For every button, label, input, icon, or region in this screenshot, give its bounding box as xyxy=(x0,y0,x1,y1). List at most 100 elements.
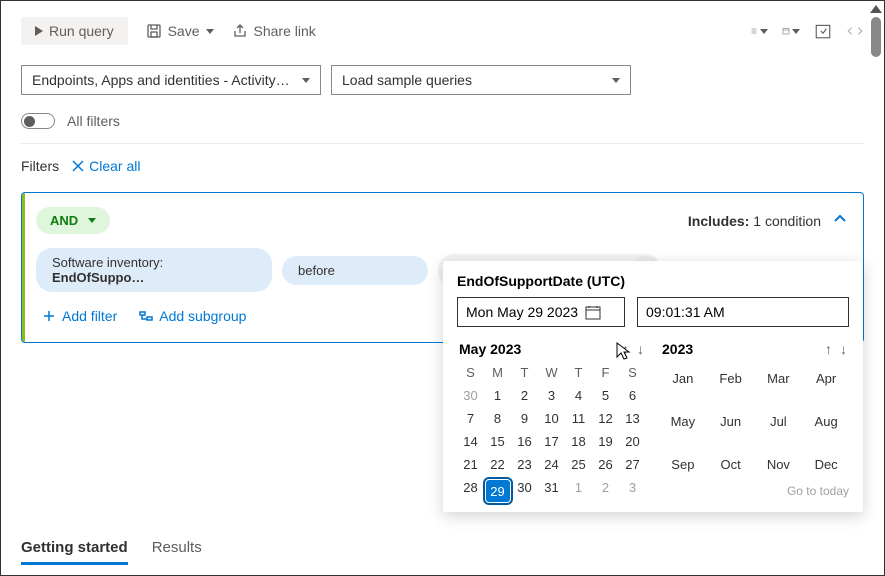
calendar-day[interactable]: 11 xyxy=(565,411,592,426)
calendar-day[interactable]: 17 xyxy=(538,434,565,449)
tab-results[interactable]: Results xyxy=(152,539,202,565)
calendar-day[interactable]: 18 xyxy=(565,434,592,449)
month-cell[interactable]: Apr xyxy=(805,371,847,386)
mouse-cursor-icon xyxy=(615,341,631,361)
calendar-day[interactable]: 28 xyxy=(457,480,484,502)
calendar-day[interactable]: 21 xyxy=(457,457,484,472)
tab-getting-started[interactable]: Getting started xyxy=(21,539,128,565)
share-icon xyxy=(232,23,248,39)
calendar-range-icon[interactable] xyxy=(782,23,800,39)
calendar-day[interactable]: 30 xyxy=(511,480,538,502)
load-sample-dropdown[interactable]: Load sample queries xyxy=(331,65,631,95)
calendar-day[interactable]: 13 xyxy=(619,411,646,426)
calendar-icon xyxy=(584,304,602,320)
collapse-button[interactable] xyxy=(833,212,847,229)
calendar-day[interactable]: 22 xyxy=(484,457,511,472)
month-cell[interactable]: May xyxy=(662,414,704,429)
next-month-button[interactable]: ↓ xyxy=(637,341,644,357)
date-input[interactable]: Mon May 29 2023 xyxy=(457,297,625,327)
calendar-day[interactable]: 12 xyxy=(592,411,619,426)
calendar-day[interactable]: 3 xyxy=(538,388,565,403)
add-subgroup-button[interactable]: Add subgroup xyxy=(139,308,246,324)
day-of-week-header: W xyxy=(538,365,565,380)
calendar-day[interactable]: 4 xyxy=(565,388,592,403)
calendar-day[interactable]: 2 xyxy=(592,480,619,502)
calendar-day[interactable]: 1 xyxy=(565,480,592,502)
calendar-day[interactable]: 10 xyxy=(538,411,565,426)
code-icon[interactable] xyxy=(846,23,864,39)
calendar-day[interactable]: 24 xyxy=(538,457,565,472)
time-input[interactable]: 09:01:31 AM xyxy=(637,297,849,327)
filter-operator-pill[interactable]: before xyxy=(282,256,428,285)
calendar-day[interactable]: 2 xyxy=(511,388,538,403)
day-of-week-header: F xyxy=(592,365,619,380)
query-scope-label: Endpoints, Apps and identities - Activit… xyxy=(32,72,290,88)
calendar-day[interactable]: 8 xyxy=(484,411,511,426)
calendar-day[interactable]: 30 xyxy=(457,388,484,403)
run-query-button[interactable]: Run query xyxy=(21,17,128,45)
calendar-day[interactable]: 27 xyxy=(619,457,646,472)
month-cell[interactable]: Nov xyxy=(758,457,800,472)
day-of-week-header: S xyxy=(457,365,484,380)
next-year-button[interactable]: ↓ xyxy=(840,341,847,357)
list-view-icon[interactable] xyxy=(750,23,768,39)
chevron-down-icon xyxy=(88,218,96,223)
includes-label: Includes: xyxy=(688,213,749,229)
filter-field-pill[interactable]: Software inventory: EndOfSuppo… xyxy=(36,248,272,292)
logic-operator-pill[interactable]: AND xyxy=(36,207,110,234)
chevron-down-icon xyxy=(612,78,620,83)
save-icon xyxy=(146,23,162,39)
calendar-day[interactable]: 26 xyxy=(592,457,619,472)
month-cell[interactable]: Jan xyxy=(662,371,704,386)
calendar-day[interactable]: 6 xyxy=(619,388,646,403)
calendar-month-label: May 2023 xyxy=(459,341,521,357)
calendar-day[interactable]: 15 xyxy=(484,434,511,449)
subgroup-icon xyxy=(139,309,153,323)
day-of-week-header: S xyxy=(619,365,646,380)
calendar-day[interactable]: 31 xyxy=(538,480,565,502)
calendar-day[interactable]: 1 xyxy=(484,388,511,403)
month-cell[interactable]: Dec xyxy=(805,457,847,472)
share-link-button[interactable]: Share link xyxy=(232,23,316,39)
day-of-week-header: T xyxy=(565,365,592,380)
calendar-day[interactable]: 5 xyxy=(592,388,619,403)
month-cell[interactable]: Mar xyxy=(758,371,800,386)
day-of-week-header: T xyxy=(511,365,538,380)
month-cell[interactable]: Jul xyxy=(758,414,800,429)
add-subgroup-label: Add subgroup xyxy=(159,308,246,324)
month-cell[interactable]: Sep xyxy=(662,457,704,472)
export-icon[interactable] xyxy=(814,23,832,39)
add-filter-button[interactable]: Add filter xyxy=(42,308,117,324)
save-button[interactable]: Save xyxy=(146,23,214,39)
calendar-day[interactable]: 7 xyxy=(457,411,484,426)
clear-all-button[interactable]: Clear all xyxy=(71,158,140,174)
calendar-day[interactable]: 9 xyxy=(511,411,538,426)
month-cell[interactable]: Feb xyxy=(710,371,752,386)
calendar-day[interactable]: 16 xyxy=(511,434,538,449)
filter-field-text: Software inventory: EndOfSuppo… xyxy=(52,255,256,285)
calendar-day[interactable]: 20 xyxy=(619,434,646,449)
logic-operator-label: AND xyxy=(50,213,78,228)
add-filter-label: Add filter xyxy=(62,308,117,324)
prev-year-button[interactable]: ↑ xyxy=(825,341,832,357)
includes-count: 1 condition xyxy=(753,213,821,229)
month-cell[interactable]: Jun xyxy=(710,414,752,429)
all-filters-label: All filters xyxy=(67,113,120,129)
calendar-day[interactable]: 25 xyxy=(565,457,592,472)
calendar-day[interactable]: 29 xyxy=(486,480,510,502)
group-accent-stripe xyxy=(22,193,25,342)
calendar-day[interactable]: 23 xyxy=(511,457,538,472)
chevron-down-icon xyxy=(792,29,800,34)
play-icon xyxy=(35,26,43,36)
query-scope-dropdown[interactable]: Endpoints, Apps and identities - Activit… xyxy=(21,65,321,95)
calendar-day[interactable]: 14 xyxy=(457,434,484,449)
go-to-today-button[interactable]: Go to today xyxy=(660,484,849,498)
close-icon xyxy=(71,159,85,173)
calendar-day[interactable]: 3 xyxy=(619,480,646,502)
chevron-down-icon xyxy=(760,29,768,34)
month-cell[interactable]: Oct xyxy=(710,457,752,472)
all-filters-toggle[interactable] xyxy=(21,113,55,129)
month-cell[interactable]: Aug xyxy=(805,414,847,429)
filter-operator-text: before xyxy=(298,263,335,278)
calendar-day[interactable]: 19 xyxy=(592,434,619,449)
